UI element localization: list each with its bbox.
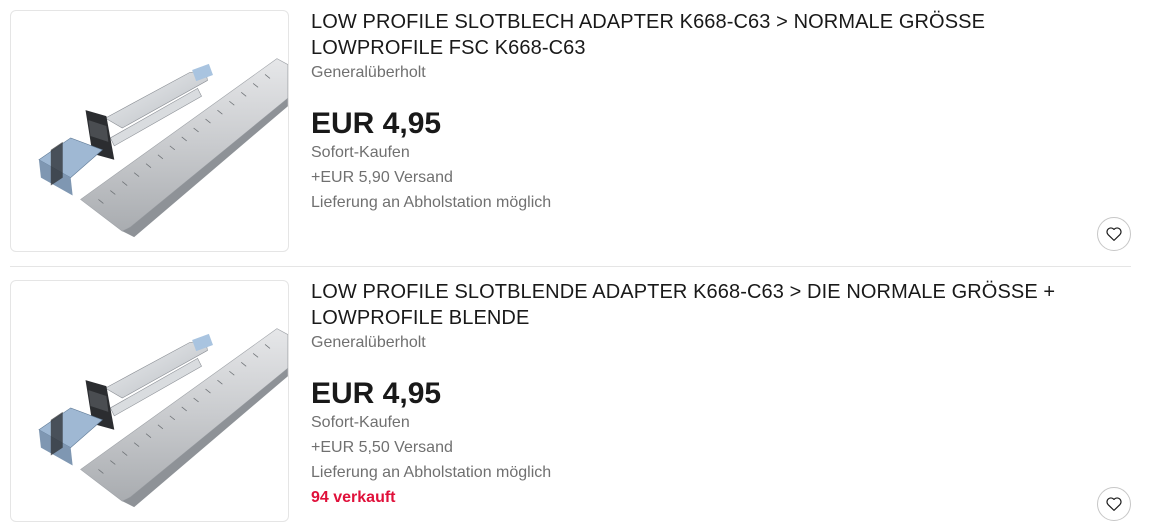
heart-outline-icon: [1106, 497, 1122, 511]
condition-label: Generalüberholt: [311, 334, 426, 351]
listing-divider: [10, 266, 1131, 267]
listing-title[interactable]: LOW PROFILE SLOTBLECH ADAPTER K668-C63 >…: [311, 9, 1121, 61]
pickup-info: Lieferung an Abholstation möglich: [311, 194, 552, 211]
buy-format: Sofort-Kaufen: [311, 414, 410, 431]
product-image[interactable]: [10, 10, 289, 252]
listing-title[interactable]: LOW PROFILE SLOTBLENDE ADAPTER K668-C63 …: [311, 279, 1121, 331]
product-photo: [38, 58, 288, 238]
shipping-cost: +EUR 5,50 Versand: [311, 439, 453, 456]
sold-count: 94 verkauft: [311, 489, 396, 506]
shipping-cost: +EUR 5,90 Versand: [311, 169, 453, 186]
product-image[interactable]: [10, 280, 289, 522]
pickup-info: Lieferung an Abholstation möglich: [311, 464, 552, 481]
price: EUR 4,95: [311, 107, 442, 140]
product-photo: [38, 328, 288, 508]
watch-button[interactable]: [1097, 487, 1131, 521]
listing-item[interactable]: LOW PROFILE SLOTBLECH ADAPTER K668-C63 >…: [0, 0, 1135, 266]
buy-format: Sofort-Kaufen: [311, 144, 410, 161]
price: EUR 4,95: [311, 377, 442, 410]
listing-item[interactable]: LOW PROFILE SLOTBLENDE ADAPTER K668-C63 …: [0, 270, 1135, 527]
condition-label: Generalüberholt: [311, 64, 426, 81]
watch-button[interactable]: [1097, 217, 1131, 251]
heart-outline-icon: [1106, 227, 1122, 241]
